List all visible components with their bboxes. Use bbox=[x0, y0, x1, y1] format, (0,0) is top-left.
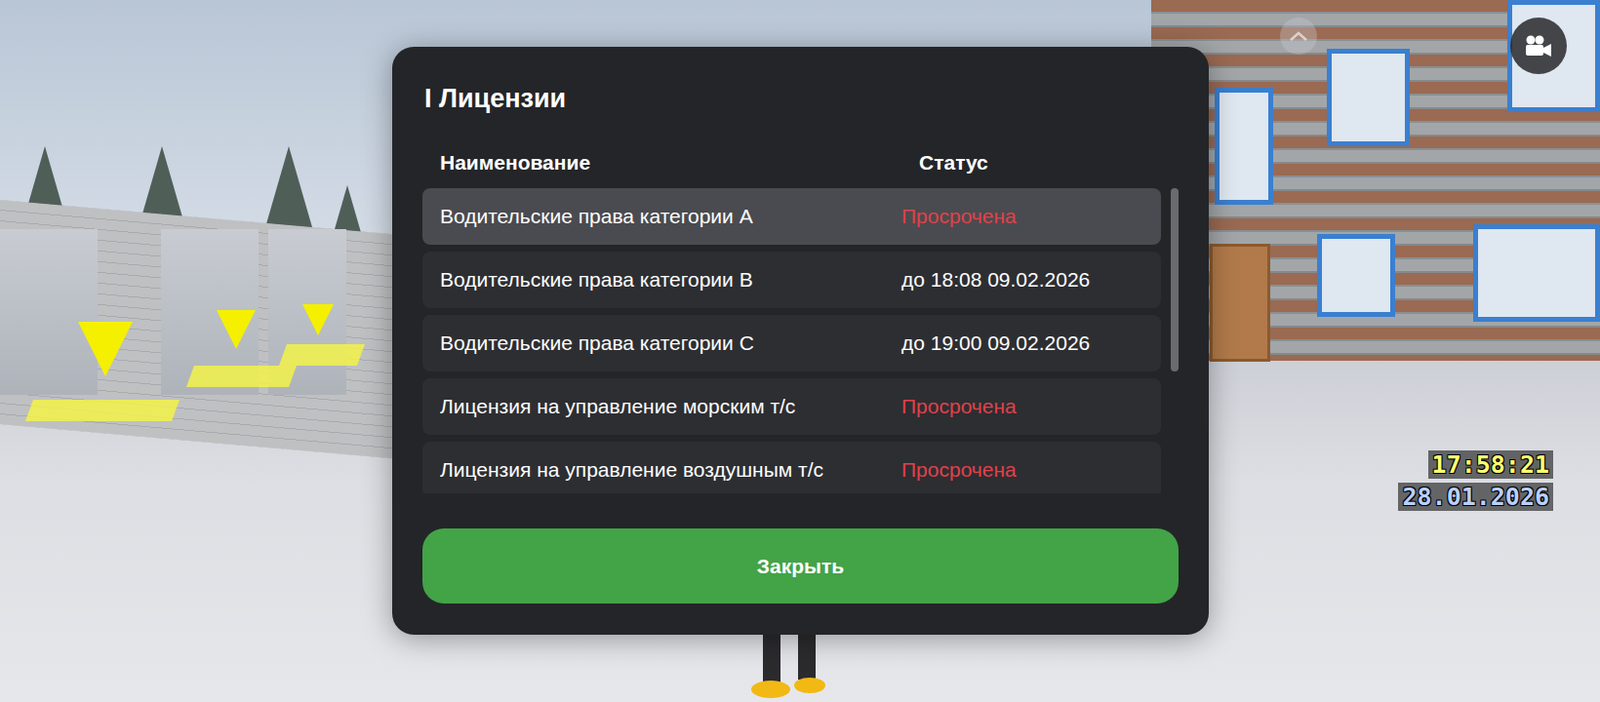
camera-icon[interactable] bbox=[1510, 17, 1567, 75]
window bbox=[1214, 87, 1274, 205]
license-name: Водительские права категории B bbox=[440, 268, 902, 292]
license-status: Просрочена bbox=[901, 204, 1144, 229]
date-label: 28.01.2026 bbox=[1398, 482, 1554, 512]
hud-clock: 17:58:2128.01.2026 bbox=[1398, 450, 1554, 512]
table-body: Водительские права категории AПросрочена… bbox=[422, 188, 1179, 494]
license-name: Лицензия на управление воздушным т/с bbox=[440, 458, 902, 482]
marker-pad bbox=[25, 400, 180, 422]
marker-arrow bbox=[302, 304, 334, 336]
window bbox=[1326, 48, 1410, 147]
marker-arrow bbox=[216, 310, 256, 350]
marker-pad bbox=[186, 365, 297, 388]
collapse-chevron-icon[interactable] bbox=[1280, 17, 1318, 55]
window bbox=[1317, 234, 1396, 318]
license-status: до 18:08 09.02.2026 bbox=[901, 268, 1144, 292]
table-row[interactable]: Водительские права категории AПросрочена bbox=[422, 188, 1161, 245]
column-header: Статус bbox=[919, 151, 1161, 177]
table-row[interactable]: Лицензия на управление воздушным т/сПрос… bbox=[422, 441, 1161, 494]
character bbox=[741, 629, 840, 702]
license-status: до 19:00 09.02.2026 bbox=[901, 331, 1144, 356]
table-row[interactable]: Водительские права категории Bдо 18:08 0… bbox=[422, 251, 1161, 309]
license-status: Просрочена bbox=[901, 458, 1144, 482]
marker-pad bbox=[279, 344, 365, 366]
table-row[interactable]: Водительские права категории Cдо 19:00 0… bbox=[422, 315, 1161, 372]
close-button[interactable]: Закрыть bbox=[422, 528, 1179, 604]
licenses-table: НаименованиеСтатус Водительские права кат… bbox=[422, 151, 1179, 494]
scrollbar[interactable] bbox=[1170, 188, 1179, 494]
license-name: Водительские права категории C bbox=[440, 331, 902, 356]
license-name: Водительские права категории A bbox=[440, 204, 902, 229]
table-row[interactable]: Лицензия на управление морским т/сПросро… bbox=[422, 378, 1161, 436]
dialog-title: I Лицензии bbox=[422, 83, 1179, 115]
marker-arrow bbox=[78, 321, 133, 377]
door bbox=[1209, 243, 1271, 362]
licenses-dialog: I Лицензии НаименованиеСтатус Водительские… bbox=[392, 46, 1209, 636]
license-status: Просрочена bbox=[901, 395, 1144, 419]
scrollbar-thumb[interactable] bbox=[1170, 188, 1179, 372]
time-label: 17:58:21 bbox=[1428, 450, 1554, 480]
rows-list: Водительские права категории AПросрочена… bbox=[422, 188, 1161, 494]
license-name: Лицензия на управление морским т/с bbox=[440, 395, 902, 419]
tree bbox=[263, 146, 315, 235]
table-header: НаименованиеСтатус bbox=[422, 151, 1179, 177]
window bbox=[1473, 224, 1600, 322]
column-header: Наименование bbox=[440, 151, 920, 177]
